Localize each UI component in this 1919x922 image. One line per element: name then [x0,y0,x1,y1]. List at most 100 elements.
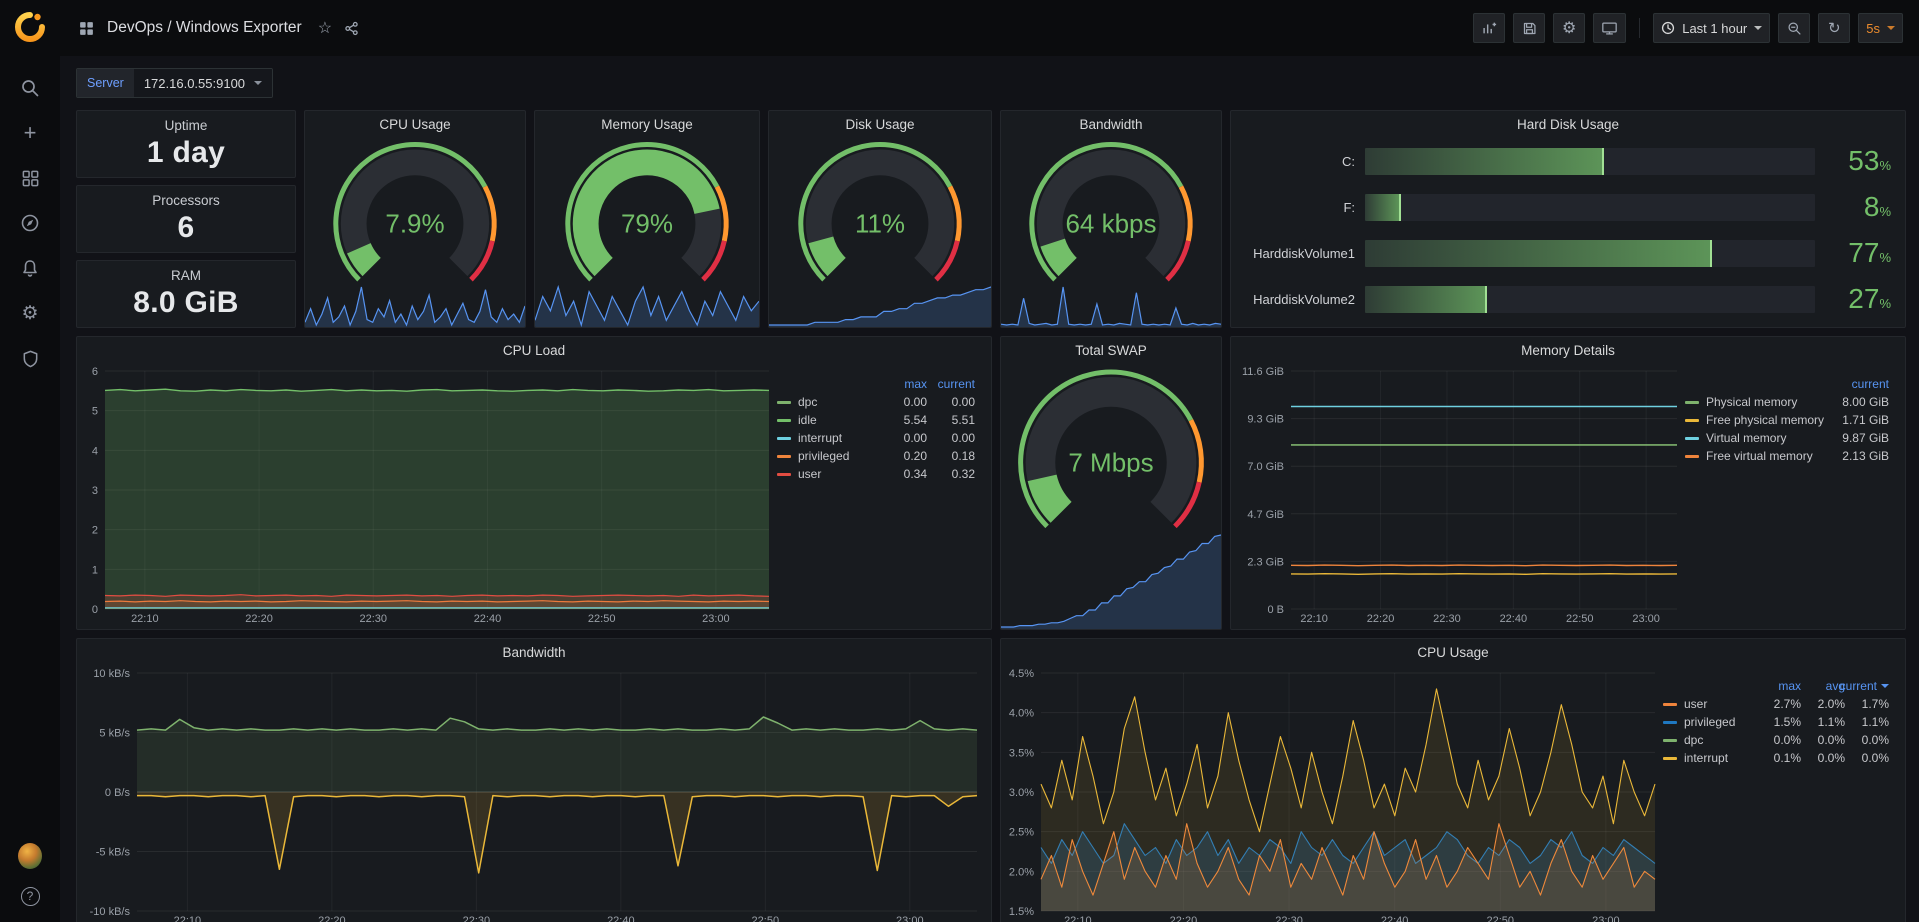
legend-series[interactable]: Physical memory [1685,395,1829,409]
legend-series-label: interrupt [798,431,843,445]
star-icon[interactable]: ☆ [318,18,332,38]
create-plus-icon[interactable]: + [18,121,42,145]
panel-bandwidth-gauge: Bandwidth 64 kbps [1000,110,1222,328]
svg-text:5 kB/s: 5 kB/s [99,728,130,740]
dashboards-icon[interactable] [18,166,42,190]
panel-title[interactable]: Memory Usage [535,111,759,139]
dashboard-settings-button[interactable]: ⚙ [1553,13,1586,43]
panel-row-2: CPU Load 22:10 22:20 22:30 22:40 22:50 23:00 0… [76,336,1906,630]
svg-text:22:40: 22:40 [1500,613,1528,625]
legend-series[interactable]: privileged [777,449,879,463]
hdd-percent-number: 8 [1863,191,1880,222]
svg-text:0 B: 0 B [1267,604,1284,616]
panel-title[interactable]: Total SWAP [1001,337,1221,365]
refresh-interval-picker[interactable]: 5s [1858,13,1903,43]
svg-text:7 Mbps: 7 Mbps [1068,447,1153,477]
legend-series[interactable]: dpc [777,395,879,409]
svg-text:79%: 79% [621,209,673,239]
svg-text:-10 kB/s: -10 kB/s [90,906,131,918]
panel-ram-stat: RAM 8.0 GiB [76,260,296,328]
memory-details-legend: current Physical memory 8.00 GiB Free physi… [1685,365,1899,627]
panel-memory-details: Memory Details 22:10 22:20 22:30 22:40 22:50… [1230,336,1906,630]
dashboard-title[interactable]: DevOps / Windows Exporter [107,19,302,37]
variable-server[interactable]: Server 172.16.0.55:9100 [76,68,274,98]
panel-disk-usage-gauge: Disk Usage 11% [768,110,992,328]
share-icon[interactable] [344,21,359,36]
panel-title[interactable]: Bandwidth [1001,111,1221,139]
help-icon[interactable]: ? [18,884,42,908]
svg-text:22:50: 22:50 [1487,915,1515,922]
cpu-load-chart[interactable]: 22:10 22:20 22:30 22:40 22:50 23:00 0 1 2 3 4 5 6 [79,365,777,627]
svg-text:6: 6 [92,366,98,378]
hdd-percent-number: 53 [1848,145,1880,176]
clock-icon [1661,21,1675,35]
hdd-row: HarddiskVolume1 77% [1239,233,1891,273]
legend-header[interactable]: current [1831,377,1889,391]
disk-sparkline [769,285,991,327]
sidebar-bottom: ? [18,843,42,908]
add-panel-button[interactable] [1473,13,1506,43]
panel-title[interactable]: Memory Details [1231,337,1905,365]
svg-text:3.5%: 3.5% [1009,747,1034,759]
avatar[interactable] [18,843,42,869]
stat-title[interactable]: RAM [171,268,201,283]
legend-value: 0.00 [951,395,975,409]
legend-series[interactable]: dpc [1663,733,1757,747]
legend-value: 1.1% [1861,715,1889,729]
disk-gauge: 11% [769,139,991,285]
svg-text:22:40: 22:40 [607,915,635,922]
grafana-app: + ⚙ ? DevOps / Windows Exporter ☆ ⚙ Last… [0,0,1919,922]
legend-value: 0.0% [1817,733,1845,747]
stat-title[interactable]: Uptime [165,118,208,133]
grafana-logo[interactable] [13,10,47,44]
hdd-bar-track [1365,239,1815,267]
legend-series[interactable]: Virtual memory [1685,431,1829,445]
memory-details-chart[interactable]: 22:10 22:20 22:30 22:40 22:50 23:00 0 B 2.3 GiB… [1233,365,1685,627]
stat-title[interactable]: Processors [152,193,220,208]
panel-bandwidth-graph: Bandwidth 22:10 22:20 22:30 22:40 22:50 23:00… [76,638,992,922]
hdd-rows: C: 53% F: 8% HarddiskVolume1 77% HarddiskVolum… [1231,139,1905,327]
cycle-view-mode-button[interactable] [1593,13,1627,43]
panel-title[interactable]: CPU Usage [1001,639,1905,667]
zoom-out-button[interactable] [1778,13,1811,43]
variable-value[interactable]: 172.16.0.55:9100 [133,69,273,97]
hdd-bar-fill [1365,147,1604,175]
cpu-usage-chart[interactable]: 22:10 22:20 22:30 22:40 22:50 23:00 1.5% 2.0% 2.… [1003,667,1663,922]
alerting-bell-icon[interactable] [18,256,42,280]
hdd-volume-label: HarddiskVolume1 [1253,245,1355,261]
legend-series[interactable]: interrupt [1663,751,1757,765]
panel-title[interactable]: Hard Disk Usage [1231,111,1905,139]
plus-glyph: + [23,120,37,145]
bandwidth-chart[interactable]: 22:10 22:20 22:30 22:40 22:50 23:00 10 kB/s 5 k… [79,667,985,922]
legend-series[interactable]: interrupt [777,431,879,445]
panel-cpu-usage-gauge: CPU Usage 7.9% [304,110,526,328]
svg-text:1.5%: 1.5% [1009,906,1034,918]
legend-series[interactable]: Free physical memory [1685,413,1829,427]
legend-series[interactable]: Free virtual memory [1685,449,1829,463]
panel-title[interactable]: Disk Usage [769,111,991,139]
legend-series[interactable]: user [1663,697,1757,711]
svg-text:22:30: 22:30 [359,613,387,625]
sidebar: + ⚙ ? [0,0,60,922]
legend-header[interactable]: current [929,377,975,391]
star-glyph: ☆ [317,20,333,37]
legend-series[interactable]: idle [777,413,879,427]
configuration-gear-icon[interactable]: ⚙ [18,301,42,325]
legend-series[interactable]: user [777,467,879,481]
svg-text:9.3 GiB: 9.3 GiB [1247,414,1284,426]
hdd-bar-fill [1365,239,1712,267]
panel-title[interactable]: CPU Usage [305,111,525,139]
legend-header[interactable]: current [1840,679,1889,693]
server-admin-shield-icon[interactable] [18,346,42,370]
search-icon[interactable] [18,76,42,100]
explore-compass-icon[interactable] [18,211,42,235]
refresh-button[interactable]: ↻ [1818,13,1851,43]
svg-text:22:50: 22:50 [1566,613,1594,625]
legend-series[interactable]: privileged [1663,715,1757,729]
save-dashboard-button[interactable] [1513,13,1546,43]
panel-title[interactable]: Bandwidth [77,639,991,667]
panel-title[interactable]: CPU Load [77,337,991,365]
time-range-picker[interactable]: Last 1 hour [1653,13,1771,43]
legend-header[interactable]: max [881,377,927,391]
legend-header[interactable]: max [1759,679,1801,693]
